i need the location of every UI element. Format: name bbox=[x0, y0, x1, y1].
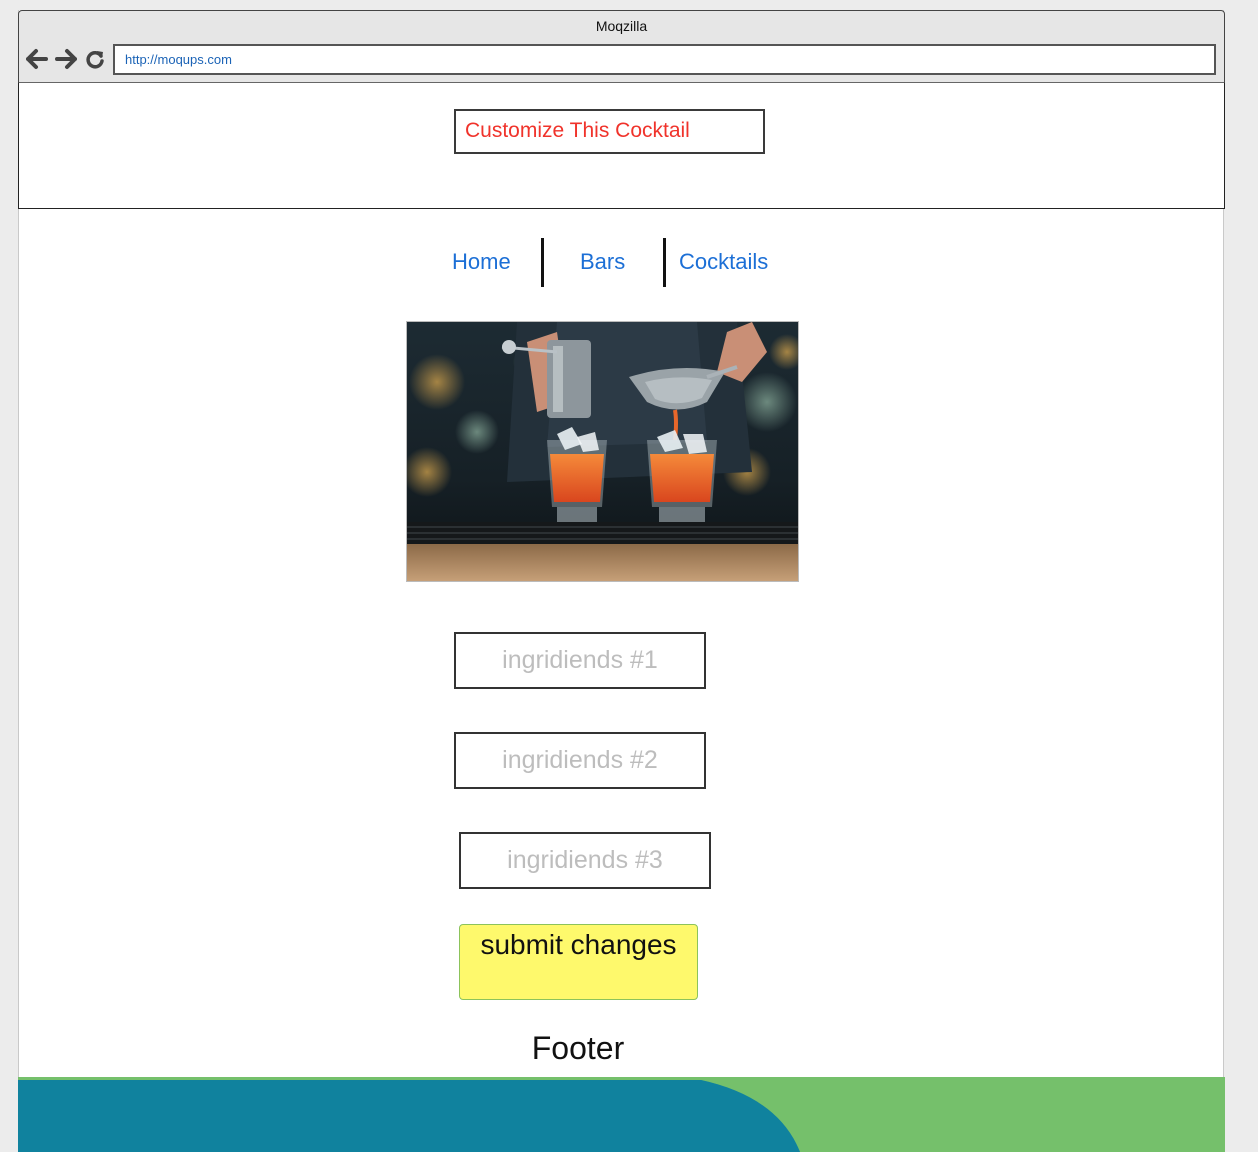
url-bar[interactable]: http://moqups.com bbox=[113, 44, 1216, 75]
footer-band bbox=[18, 1077, 1225, 1152]
reload-icon[interactable] bbox=[84, 48, 106, 70]
nav-link-home[interactable]: Home bbox=[452, 249, 511, 275]
cocktail-photo bbox=[406, 321, 799, 582]
ingredient-input-3[interactable] bbox=[459, 832, 711, 889]
window-title: Moqzilla bbox=[595, 18, 648, 34]
nav-divider bbox=[541, 238, 544, 287]
footer-label: Footer bbox=[531, 1030, 625, 1066]
nav-link-cocktails[interactable]: Cocktails bbox=[679, 249, 768, 275]
nav-divider bbox=[663, 238, 666, 287]
page-canvas: Moqzilla http://moqups.com Customize Thi… bbox=[0, 0, 1258, 1152]
ingredient-input-1[interactable] bbox=[454, 632, 706, 689]
back-arrow-icon[interactable] bbox=[26, 48, 48, 70]
forward-arrow-icon[interactable] bbox=[55, 48, 77, 70]
nav-link-bars[interactable]: Bars bbox=[580, 249, 625, 275]
page-title: Customize This Cocktail bbox=[454, 109, 765, 154]
submit-changes-button[interactable]: submit changes bbox=[459, 924, 698, 1000]
browser-chrome: Moqzilla http://moqups.com bbox=[18, 10, 1225, 83]
ingredient-input-2[interactable] bbox=[454, 732, 706, 789]
